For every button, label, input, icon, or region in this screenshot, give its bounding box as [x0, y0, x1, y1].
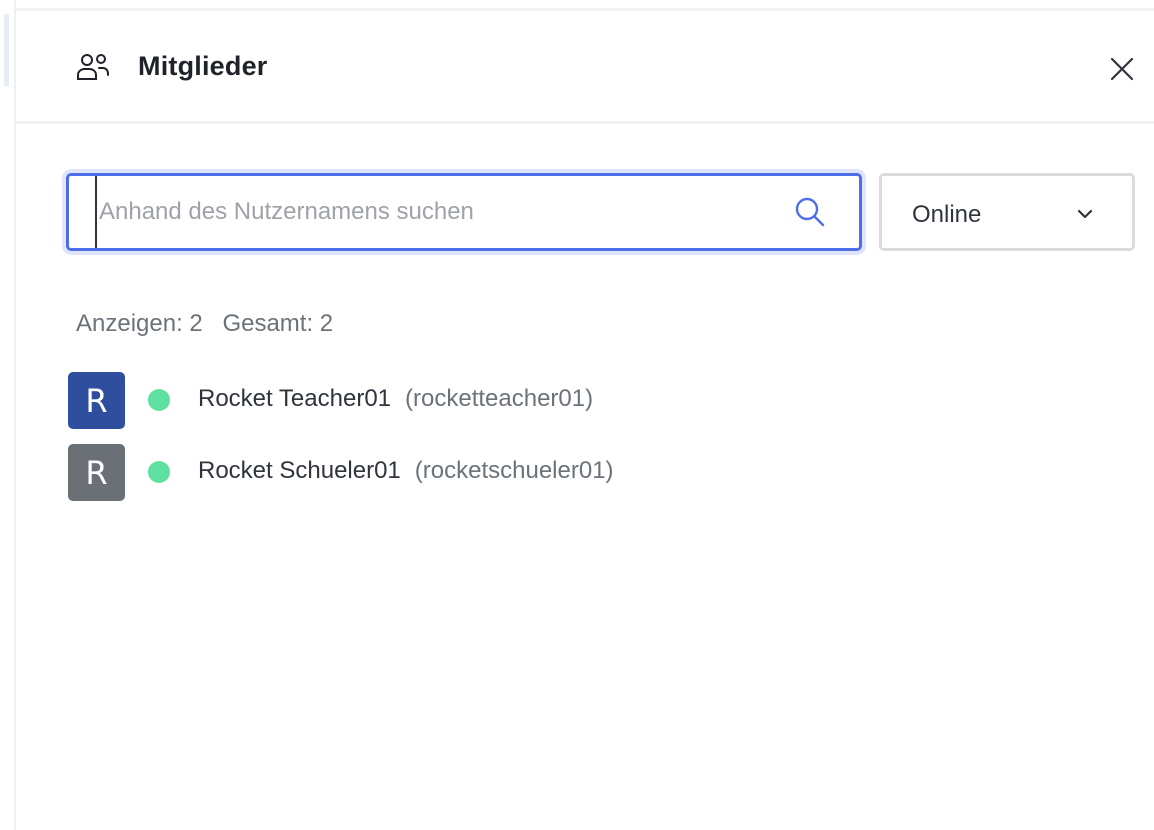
avatar[interactable]: R — [68, 444, 125, 501]
member-list: R Rocket Teacher01 (rocketteacher01) R Ro… — [68, 372, 968, 516]
search-field[interactable] — [66, 173, 862, 251]
online-status-icon — [148, 461, 170, 483]
panel-title: Mitglieder — [138, 51, 268, 81]
member-username: (rocketschueler01) — [414, 457, 614, 484]
avatar[interactable]: R — [68, 372, 125, 429]
chevron-down-icon — [1077, 209, 1093, 219]
status-filter-select[interactable]: Online — [879, 173, 1135, 251]
showing-count: Anzeigen: 2 — [76, 310, 203, 337]
search-icon[interactable] — [793, 195, 827, 229]
member-display-name: Rocket Schueler01 — [198, 457, 401, 484]
member-row[interactable]: R Rocket Schueler01 (rocketschueler01) — [68, 444, 968, 501]
member-display-name: Rocket Teacher01 — [198, 385, 392, 412]
member-username: (rocketteacher01) — [405, 385, 594, 412]
members-icon — [77, 54, 109, 80]
status-filter-value: Online — [912, 201, 982, 228]
main-content-edge — [0, 0, 16, 830]
member-name[interactable]: Rocket Teacher01 (rocketteacher01) — [198, 385, 593, 413]
member-counts: Anzeigen: 2 Gesamt: 2 — [76, 310, 333, 338]
member-name[interactable]: Rocket Schueler01 (rocketschueler01) — [198, 457, 614, 485]
panel-header: Mitglieder — [16, 11, 1154, 124]
close-icon[interactable] — [1104, 51, 1140, 87]
members-panel: Mitglieder Online Anzeigen: 2 Gesamt: 2 … — [0, 0, 1154, 830]
member-row[interactable]: R Rocket Teacher01 (rocketteacher01) — [68, 372, 968, 429]
search-input[interactable] — [95, 176, 759, 248]
online-status-icon — [148, 389, 170, 411]
edge-accent — [4, 14, 9, 86]
total-count: Gesamt: 2 — [222, 310, 334, 337]
